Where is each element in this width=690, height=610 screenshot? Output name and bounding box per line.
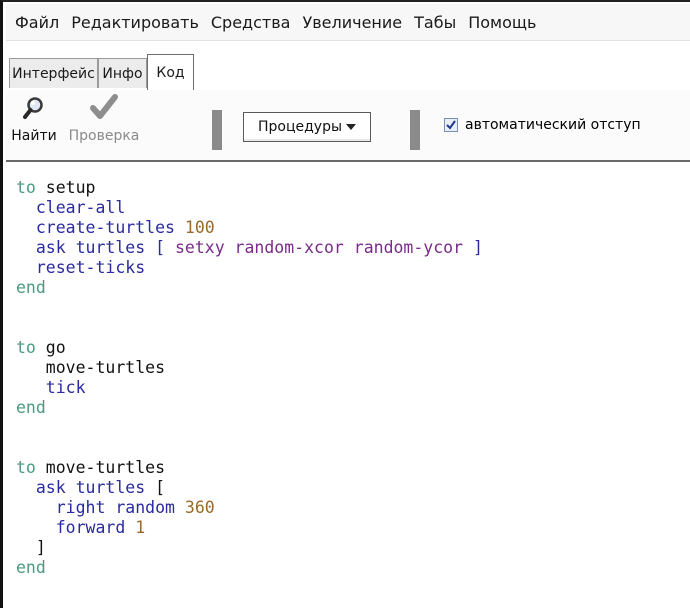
code-token: go [35, 338, 66, 357]
code-token: ask turtles [ [16, 238, 175, 257]
code-toolbar: Найти Проверка Процедуры автоматический … [6, 90, 690, 162]
code-line: end [16, 398, 46, 418]
code-token: end [16, 558, 46, 577]
auto-indent-label: автоматический отступ [465, 117, 641, 133]
procedures-label: Процедуры [257, 119, 343, 135]
tab-interface[interactable]: Интерфейс [9, 58, 98, 88]
code-editor[interactable]: to setup clear-all create-turtles 100 as… [6, 162, 690, 610]
find-button[interactable]: Найти [8, 96, 60, 144]
code-token: forward [16, 518, 136, 537]
menu-tools[interactable]: Средства [210, 13, 292, 32]
code-line: ] [16, 538, 46, 558]
code-token: create-turtles [16, 218, 185, 237]
window-frame: Файл Редактировать Средства Увеличение Т… [0, 0, 690, 610]
checkmark-icon [89, 94, 119, 126]
code-token: to [16, 458, 36, 477]
menu-help[interactable]: Помощь [467, 13, 537, 32]
code-token: [ [145, 478, 166, 497]
find-label: Найти [11, 128, 57, 144]
menu-edit[interactable]: Редактировать [70, 13, 200, 32]
code-line: to setup [16, 178, 95, 198]
code-token: right random [16, 498, 185, 517]
procedures-dropdown[interactable]: Процедуры [243, 112, 371, 142]
code-line: to move-turtles [16, 458, 165, 478]
auto-indent-option[interactable]: автоматический отступ [444, 117, 641, 133]
tab-bar: Интерфейс Инфо Код [6, 46, 690, 134]
code-token: to [16, 338, 36, 357]
code-token: end [16, 398, 46, 417]
menu-file[interactable]: Файл [14, 13, 60, 32]
code-line: end [16, 558, 46, 578]
code-token: end [16, 278, 46, 297]
code-token: ] [463, 238, 483, 257]
code-token: setxy random-xcor random-ycor [174, 238, 464, 257]
code-token: ask turtles [16, 478, 146, 497]
code-token: 1 [135, 518, 146, 537]
code-line: right random 360 [16, 498, 215, 518]
code-token: move-turtles [16, 358, 166, 377]
code-token: reset-ticks [16, 258, 146, 277]
menu-bar: Файл Редактировать Средства Увеличение Т… [6, 4, 690, 41]
code-token: move-turtles [35, 458, 166, 477]
menu-tabs[interactable]: Табы [413, 13, 457, 32]
toolbar-separator [410, 110, 420, 150]
code-token: tick [16, 378, 86, 397]
magnifier-icon [22, 96, 46, 126]
code-line: ask turtles [ [16, 478, 165, 498]
code-token: clear-all [16, 198, 126, 217]
code-line: ask turtles [ setxy random-xcor random-y… [16, 238, 483, 258]
menu-zoom[interactable]: Увеличение [301, 13, 403, 32]
code-line: forward 1 [16, 518, 145, 538]
check-label: Проверка [68, 128, 140, 144]
code-token: 360 [184, 498, 215, 517]
code-token: ] [16, 538, 46, 557]
code-token: to [16, 178, 36, 197]
tab-code[interactable]: Код [147, 54, 194, 90]
code-line: move-turtles [16, 358, 165, 378]
code-line: reset-ticks [16, 258, 145, 278]
checkbox-checked-icon[interactable] [444, 118, 458, 132]
code-line: to go [16, 338, 66, 358]
code-line: clear-all [16, 198, 125, 218]
check-button[interactable]: Проверка [64, 94, 144, 144]
code-line: end [16, 278, 46, 298]
code-token: 100 [184, 218, 215, 237]
code-line: create-turtles 100 [16, 218, 215, 238]
code-token: setup [35, 178, 96, 197]
tab-info[interactable]: Инфо [98, 58, 147, 88]
triangle-down-icon [346, 119, 357, 135]
code-line: tick [16, 378, 86, 398]
toolbar-separator [212, 110, 222, 150]
